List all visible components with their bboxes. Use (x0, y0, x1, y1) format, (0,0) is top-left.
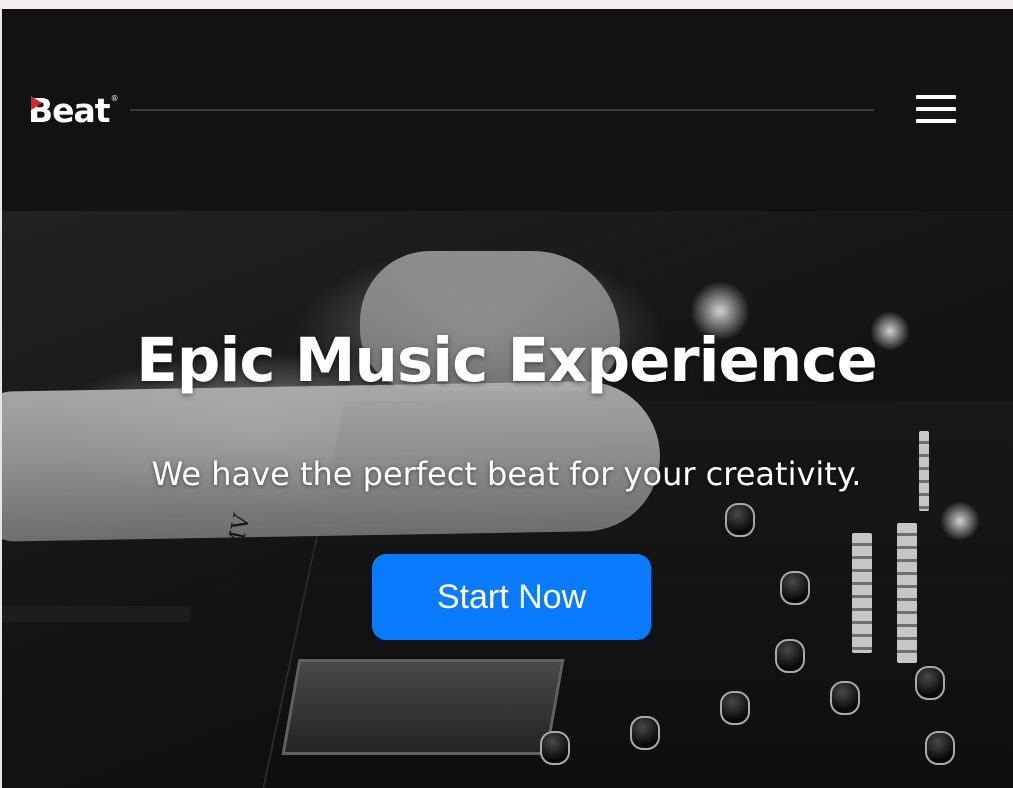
page: Beat ® MCMV Epic Music Experience We hav… (0, 9, 1013, 788)
window-edge (0, 9, 2, 788)
play-icon (31, 96, 42, 110)
menu-bar (916, 107, 956, 111)
hero-section: MCMV Epic Music Experience We have the p… (0, 211, 1013, 788)
hero-title: Epic Music Experience (136, 325, 878, 396)
menu-bar (916, 95, 956, 99)
hero-subtitle: We have the perfect beat for your creati… (151, 455, 862, 493)
header-divider (130, 109, 874, 111)
site-header: Beat ® (0, 9, 1013, 211)
registered-mark: ® (110, 94, 119, 103)
start-now-button[interactable]: Start Now (372, 554, 651, 640)
hamburger-menu-icon[interactable] (912, 92, 958, 128)
hero-overlay (0, 211, 1013, 788)
menu-bar (916, 119, 956, 123)
